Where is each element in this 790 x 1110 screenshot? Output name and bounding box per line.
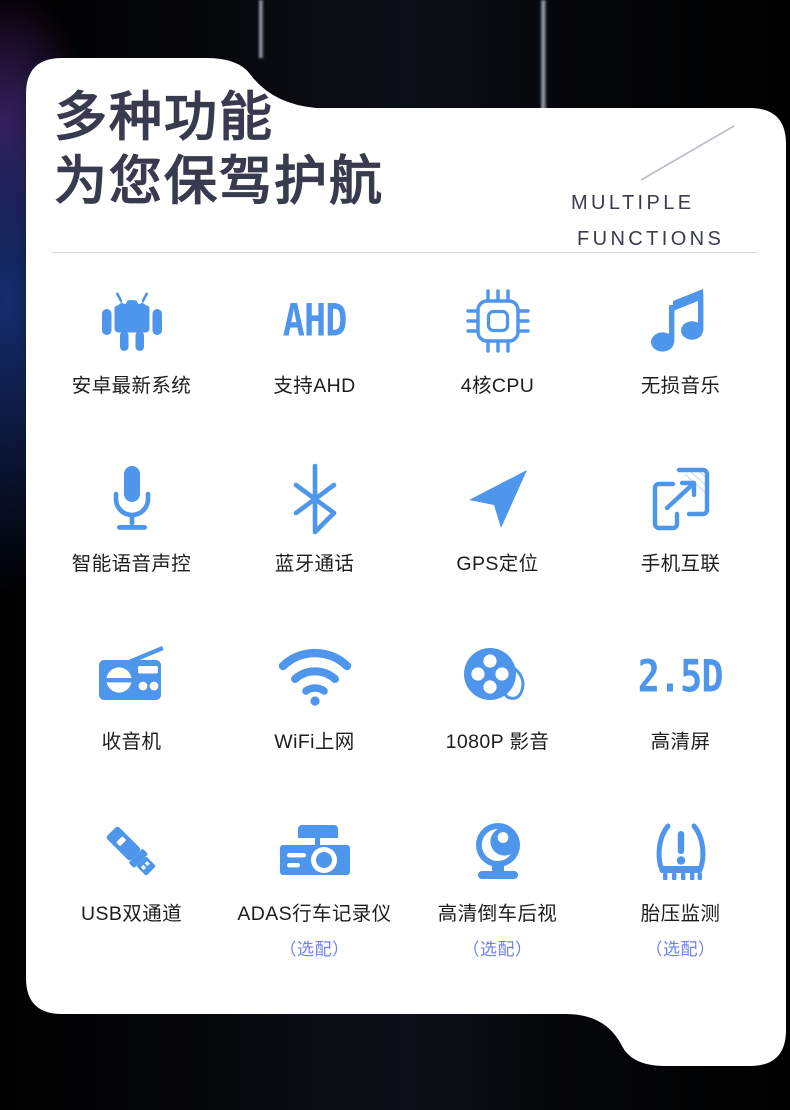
feature-grid: 安卓最新系统 AHD 支持AHD 4核CPU 无损音乐 智能语音声控 蓝牙通话 … — [26, 275, 786, 987]
feature-item-music[interactable]: 无损音乐 — [589, 275, 772, 453]
kicker-line-1: MULTIPLE — [571, 192, 695, 214]
feature-label: 4核CPU — [460, 375, 535, 397]
feature-item-hd-screen[interactable]: 2.5D 高清屏 — [589, 631, 772, 809]
tire-pressure-icon — [589, 809, 772, 895]
microphone-icon — [40, 453, 223, 545]
hd-screen-logo-text: 2.5D — [638, 651, 724, 703]
film-reel-icon — [406, 631, 589, 723]
feature-item-radio[interactable]: 收音机 — [40, 631, 223, 809]
feature-label: 高清屏 — [650, 731, 711, 753]
feature-label: 1080P 影音 — [445, 731, 550, 753]
feature-label: 胎压监测 — [640, 903, 721, 925]
feature-item-bluetooth[interactable]: 蓝牙通话 — [223, 453, 406, 631]
header: 多种功能 为您保驾护航 MULTIPLE FUNCTIONS — [26, 30, 786, 256]
navigation-arrow-icon — [406, 453, 589, 545]
feature-label: 支持AHD — [273, 375, 356, 397]
rear-camera-icon — [406, 809, 589, 895]
feature-label: ADAS行车记录仪 — [237, 903, 392, 925]
feature-label: 智能语音声控 — [71, 553, 192, 575]
music-note-icon — [589, 275, 772, 367]
cpu-chip-icon — [406, 275, 589, 367]
feature-label: 手机互联 — [640, 553, 721, 575]
wifi-icon — [223, 631, 406, 723]
phone-link-icon — [589, 453, 772, 545]
feature-label: GPS定位 — [456, 553, 539, 575]
feature-item-android[interactable]: 安卓最新系统 — [40, 275, 223, 453]
feature-item-tpms[interactable]: 胎压监测 （选配） — [589, 809, 772, 987]
feature-label: USB双通道 — [81, 903, 182, 925]
feature-optional-tag: （选配） — [645, 940, 716, 959]
feature-item-wifi[interactable]: WiFi上网 — [223, 631, 406, 809]
feature-label: 高清倒车后视 — [437, 903, 558, 925]
page-title-line1: 多种功能 — [54, 88, 274, 147]
feature-optional-tag: （选配） — [462, 940, 533, 959]
card-content: 多种功能 为您保驾护航 MULTIPLE FUNCTIONS 安卓最新系统 AH… — [26, 30, 786, 1092]
feature-label: WiFi上网 — [274, 731, 355, 753]
bluetooth-icon — [223, 453, 406, 545]
feature-item-dashcam[interactable]: ADAS行车记录仪 （选配） — [223, 809, 406, 987]
feature-item-cpu[interactable]: 4核CPU — [406, 275, 589, 453]
feature-item-voice[interactable]: 智能语音声控 — [40, 453, 223, 631]
header-divider — [52, 252, 758, 253]
feature-item-phone-link[interactable]: 手机互联 — [589, 453, 772, 631]
page-title-line2: 为您保驾护航 — [54, 152, 384, 211]
diagonal-slash-icon — [640, 125, 735, 181]
feature-label: 安卓最新系统 — [71, 375, 192, 397]
usb-drive-icon — [40, 809, 223, 895]
feature-item-usb[interactable]: USB双通道 — [40, 809, 223, 987]
ahd-text-logo: AHD — [223, 275, 406, 367]
feature-item-rear-camera[interactable]: 高清倒车后视 （选配） — [406, 809, 589, 987]
feature-item-video[interactable]: 1080P 影音 — [406, 631, 589, 809]
feature-label: 无损音乐 — [640, 375, 721, 397]
feature-item-gps[interactable]: GPS定位 — [406, 453, 589, 631]
feature-optional-tag: （选配） — [279, 940, 350, 959]
feature-label: 收音机 — [101, 731, 162, 753]
25d-text-logo: 2.5D — [589, 631, 772, 723]
feature-label: 蓝牙通话 — [274, 553, 355, 575]
page-title: 多种功能 为您保驾护航 — [54, 86, 384, 214]
kicker-text: MULTIPLE FUNCTIONS — [571, 185, 756, 257]
ahd-logo-text: AHD — [282, 295, 348, 347]
feature-item-ahd[interactable]: AHD 支持AHD — [223, 275, 406, 453]
dashcam-icon — [223, 809, 406, 895]
radio-icon — [40, 631, 223, 723]
android-robot-icon — [40, 275, 223, 367]
